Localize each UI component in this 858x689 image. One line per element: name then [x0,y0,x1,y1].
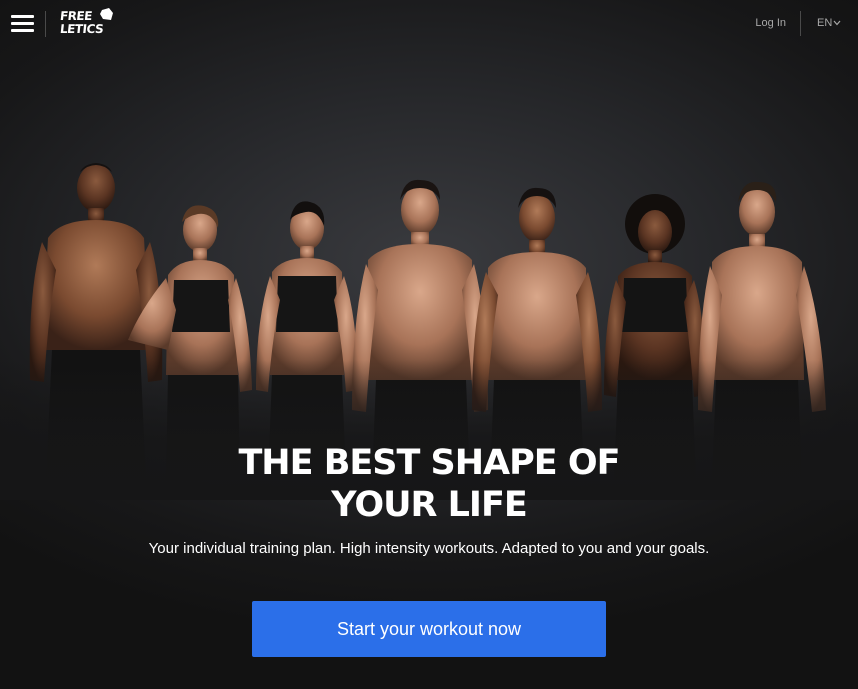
language-label: EN [817,17,833,29]
logo-mark-icon [100,8,113,20]
chevron-down-icon [833,20,841,26]
hero-title-line2: YOUR LIFE [331,485,528,525]
logo-text-line1: FREE [59,9,93,23]
hero-title: THE BEST SHAPE OF YOUR LIFE [0,442,858,526]
landing-page: FREE LETICS Log In EN THE BEST SHAPE OF … [0,0,858,689]
hamburger-menu-icon[interactable] [11,13,34,33]
header-divider [800,11,801,36]
login-link[interactable]: Log In [755,17,786,29]
header-divider [45,11,46,37]
freeletics-logo[interactable]: FREE LETICS [59,8,116,38]
top-navigation: FREE LETICS Log In EN [0,0,858,48]
start-workout-button[interactable]: Start your workout now [252,601,606,657]
logo-text-line2: LETICS [59,22,104,36]
language-selector[interactable]: EN [817,17,841,29]
hero-subtitle: Your individual training plan. High inte… [148,540,710,557]
hero-title-line1: THE BEST SHAPE OF [238,443,620,483]
